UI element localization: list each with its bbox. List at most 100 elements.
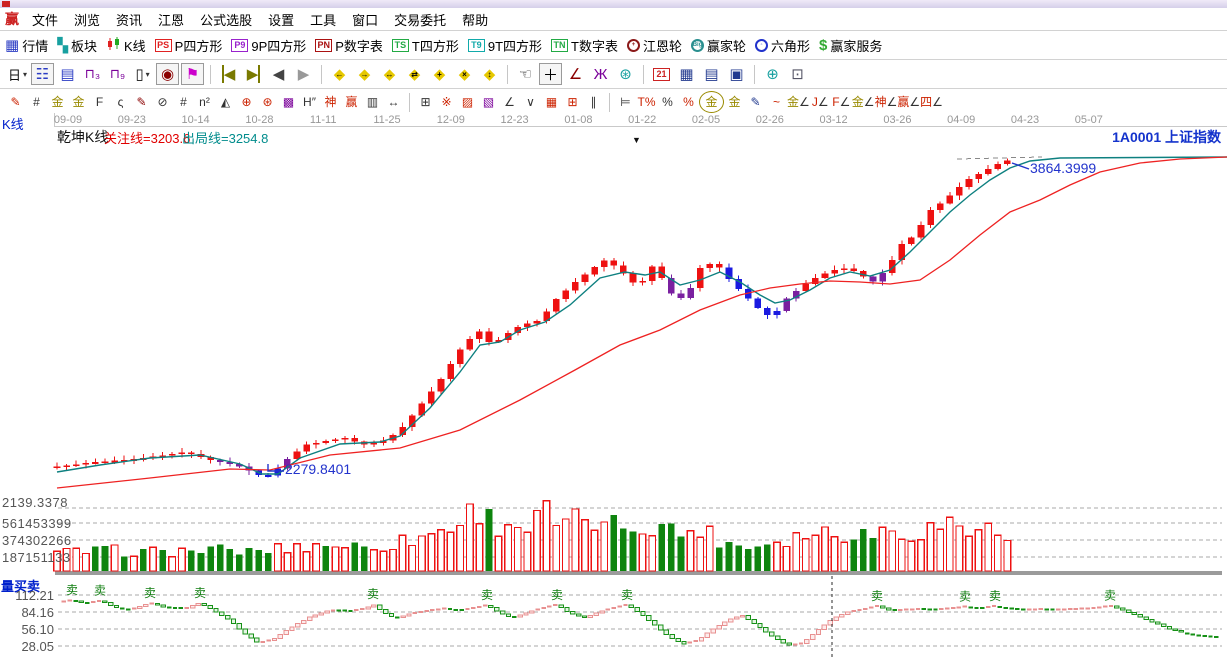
- draw-tool-mirror-lines[interactable]: ◭: [215, 92, 236, 112]
- toolbar-button-t-number-table[interactable]: TNT数字表: [551, 36, 618, 55]
- draw-tool-red-grid[interactable]: ▦: [541, 92, 562, 112]
- draw-tool-parallel-lines[interactable]: ∥: [583, 92, 604, 112]
- draw-tool-spiral-ruler[interactable]: ς: [110, 92, 131, 112]
- menu-item-settings[interactable]: 设置: [260, 9, 302, 30]
- toolbar-button-skip-last[interactable]: ▶: [242, 63, 265, 85]
- menu-item-news[interactable]: 资讯: [108, 9, 150, 30]
- toolbar-button-list-board[interactable]: ▤: [56, 63, 79, 85]
- draw-tool-marker-pen[interactable]: ✎: [131, 92, 152, 112]
- toolbar-button-memo[interactable]: ▤: [700, 63, 723, 85]
- draw-tool-tick-ruler-2[interactable]: #: [173, 92, 194, 112]
- draw-tool-t-percent[interactable]: T%: [636, 92, 657, 112]
- menu-item-window[interactable]: 窗口: [344, 9, 386, 30]
- toolbar-button-tool-web-teal[interactable]: ⊛: [614, 63, 637, 85]
- draw-tool-ray-box-purple[interactable]: ▧: [478, 92, 499, 112]
- oscillator-dash: [185, 607, 189, 609]
- draw-tool-n-square[interactable]: n²: [194, 92, 215, 112]
- toolbar-button-t-square[interactable]: TST四方形: [392, 36, 459, 55]
- chart-region[interactable]: 09-0909-2310-1410-2811-1111-2512-0912-23…: [0, 113, 1227, 660]
- draw-tool-percent[interactable]: %: [657, 92, 678, 112]
- draw-tool-red-grid-plus[interactable]: ⊞: [562, 92, 583, 112]
- toolbar-button-period-day[interactable]: 日▾: [6, 63, 29, 85]
- draw-tool-radial-web[interactable]: ⊛: [257, 92, 278, 112]
- toolbar-button-gann-arrow-plus[interactable]: ◆+: [428, 63, 451, 85]
- toolbar-button-skip-first[interactable]: ◀: [217, 63, 240, 85]
- draw-tool-shen-grid[interactable]: 神: [320, 92, 341, 112]
- toolbar-button-tool-grid-purple[interactable]: Ж: [589, 63, 612, 85]
- draw-tool-fence-ruler[interactable]: ▥: [362, 92, 383, 112]
- toolbar-button-candle-period[interactable]: ▯▾: [131, 63, 154, 85]
- toolbar-button-angle-measure[interactable]: ∠: [564, 63, 587, 85]
- toolbar-button-winner-wheel[interactable]: Big赢家轮: [691, 36, 746, 55]
- toolbar-button-kline[interactable]: K线: [106, 36, 146, 55]
- toolbar-button-purple-wave-9[interactable]: ⊓₉: [106, 63, 129, 85]
- toolbar-button-p-square[interactable]: PSP四方形: [155, 36, 223, 55]
- draw-tool-span-arrows[interactable]: ↔: [383, 92, 404, 112]
- draw-tool-f-ruler[interactable]: F: [89, 92, 110, 112]
- toolbar-button-9t-square[interactable]: T99T四方形: [468, 36, 542, 55]
- draw-tool-grid-square-purple[interactable]: ▩: [278, 92, 299, 112]
- toolbar-button-market-quotes[interactable]: ▦行情: [5, 36, 48, 55]
- toolbar-button-gann-arrow-vert[interactable]: ◆↕: [478, 63, 501, 85]
- toolbar-button-p-number-table[interactable]: PNP数字表: [315, 36, 383, 55]
- draw-tool-angle-fan[interactable]: ∠: [499, 92, 520, 112]
- draw-tool-gold-grid-1[interactable]: 金: [47, 92, 68, 112]
- toolbar-button-color-flag[interactable]: ⚑: [181, 63, 204, 85]
- draw-tool-si-angle[interactable]: 四∠: [920, 92, 943, 112]
- toolbar-button-gann-wheel[interactable]: +江恩轮: [627, 36, 682, 55]
- draw-tool-ying-grid[interactable]: 赢: [341, 92, 362, 112]
- toolbar-button-pattern[interactable]: ☷: [31, 63, 54, 85]
- toolbar-button-calculator[interactable]: ▦: [675, 63, 698, 85]
- toolbar-button-gann-arrow-swap[interactable]: ◆⇄: [403, 63, 426, 85]
- toolbar-button-gann-arrow-left[interactable]: ◆←: [328, 63, 351, 85]
- toolbar-button-pan-hand[interactable]: ☜: [514, 63, 537, 85]
- draw-tool-gold-grid-2[interactable]: 金: [68, 92, 89, 112]
- draw-tool-circle-ruler[interactable]: ⊘: [152, 92, 173, 112]
- toolbar-button-sectors[interactable]: ▚板块: [57, 36, 97, 55]
- draw-tool-ray-fan-red[interactable]: ※: [436, 92, 457, 112]
- draw-tool-circle-cross[interactable]: ⊕: [236, 92, 257, 112]
- draw-tool-corner-box[interactable]: ⊞: [415, 92, 436, 112]
- toolbar-button-save[interactable]: ▣: [725, 63, 748, 85]
- draw-tool-gold-angle-box[interactable]: 金∠: [787, 92, 810, 112]
- draw-tool-ray-box-red[interactable]: ▨: [457, 92, 478, 112]
- menu-item-help[interactable]: 帮助: [454, 9, 496, 30]
- draw-tool-pencil[interactable]: ✎: [5, 92, 26, 112]
- toolbar-button-purple-wave-3[interactable]: ⊓₃: [81, 63, 104, 85]
- draw-tool-f-angle[interactable]: F∠: [831, 92, 852, 112]
- toolbar-button-9p-square[interactable]: P99P四方形: [231, 36, 306, 55]
- menu-item-browse[interactable]: 浏览: [66, 9, 108, 30]
- toolbar-button-winner-service[interactable]: $赢家服务: [819, 36, 882, 55]
- window-titlebar[interactable]: [0, 0, 1227, 8]
- toolbar-button-crosshair[interactable]: ＋: [539, 63, 562, 85]
- draw-tool-shen-angle[interactable]: 神∠: [875, 92, 898, 112]
- menu-item-trade-order[interactable]: 交易委托: [386, 9, 454, 30]
- draw-tool-tick-ruler[interactable]: #: [26, 92, 47, 112]
- toolbar-button-export-web[interactable]: ⊕: [761, 63, 784, 85]
- draw-tool-gold-circle[interactable]: 金: [699, 91, 724, 113]
- kline-chart-canvas[interactable]: 卖卖卖卖卖卖卖卖卖卖卖卖: [0, 113, 1227, 660]
- toolbar-button-print[interactable]: ⊡: [786, 63, 809, 85]
- draw-tool-k-marks[interactable]: Η″: [299, 92, 320, 112]
- toolbar-button-gann-arrow-both[interactable]: ◆↔: [378, 63, 401, 85]
- draw-tool-red-wave[interactable]: ~: [766, 92, 787, 112]
- draw-tool-percent-line[interactable]: %: [678, 92, 699, 112]
- draw-tool-gold-angle[interactable]: 金∠: [852, 92, 875, 112]
- draw-tool-pencil-vertical[interactable]: ✎: [745, 92, 766, 112]
- menu-item-file[interactable]: 文件: [24, 9, 66, 30]
- draw-tool-gold-lines[interactable]: 金: [724, 92, 745, 112]
- toolbar-button-gann-arrow-right[interactable]: ◆→: [353, 63, 376, 85]
- menu-item-gann[interactable]: 江恩: [150, 9, 192, 30]
- draw-tool-zigzag[interactable]: ∨: [520, 92, 541, 112]
- menu-item-formula-stock-pick[interactable]: 公式选股: [192, 9, 260, 30]
- draw-tool-ladder[interactable]: ⊨: [615, 92, 636, 112]
- toolbar-button-hexagon[interactable]: ◦六角形: [755, 36, 810, 55]
- draw-tool-ying-angle[interactable]: 赢∠: [897, 92, 920, 112]
- toolbar-button-step-back[interactable]: ◀: [267, 63, 290, 85]
- toolbar-button-calendar[interactable]: 21: [650, 63, 673, 85]
- draw-tool-j-angle[interactable]: J∠: [810, 92, 831, 112]
- toolbar-button-gann-arrow-cross[interactable]: ◆×: [453, 63, 476, 85]
- menu-item-tools[interactable]: 工具: [302, 9, 344, 30]
- toolbar-button-step-forward[interactable]: ▶: [292, 63, 315, 85]
- toolbar-button-gann-shapes[interactable]: ◉: [156, 63, 179, 85]
